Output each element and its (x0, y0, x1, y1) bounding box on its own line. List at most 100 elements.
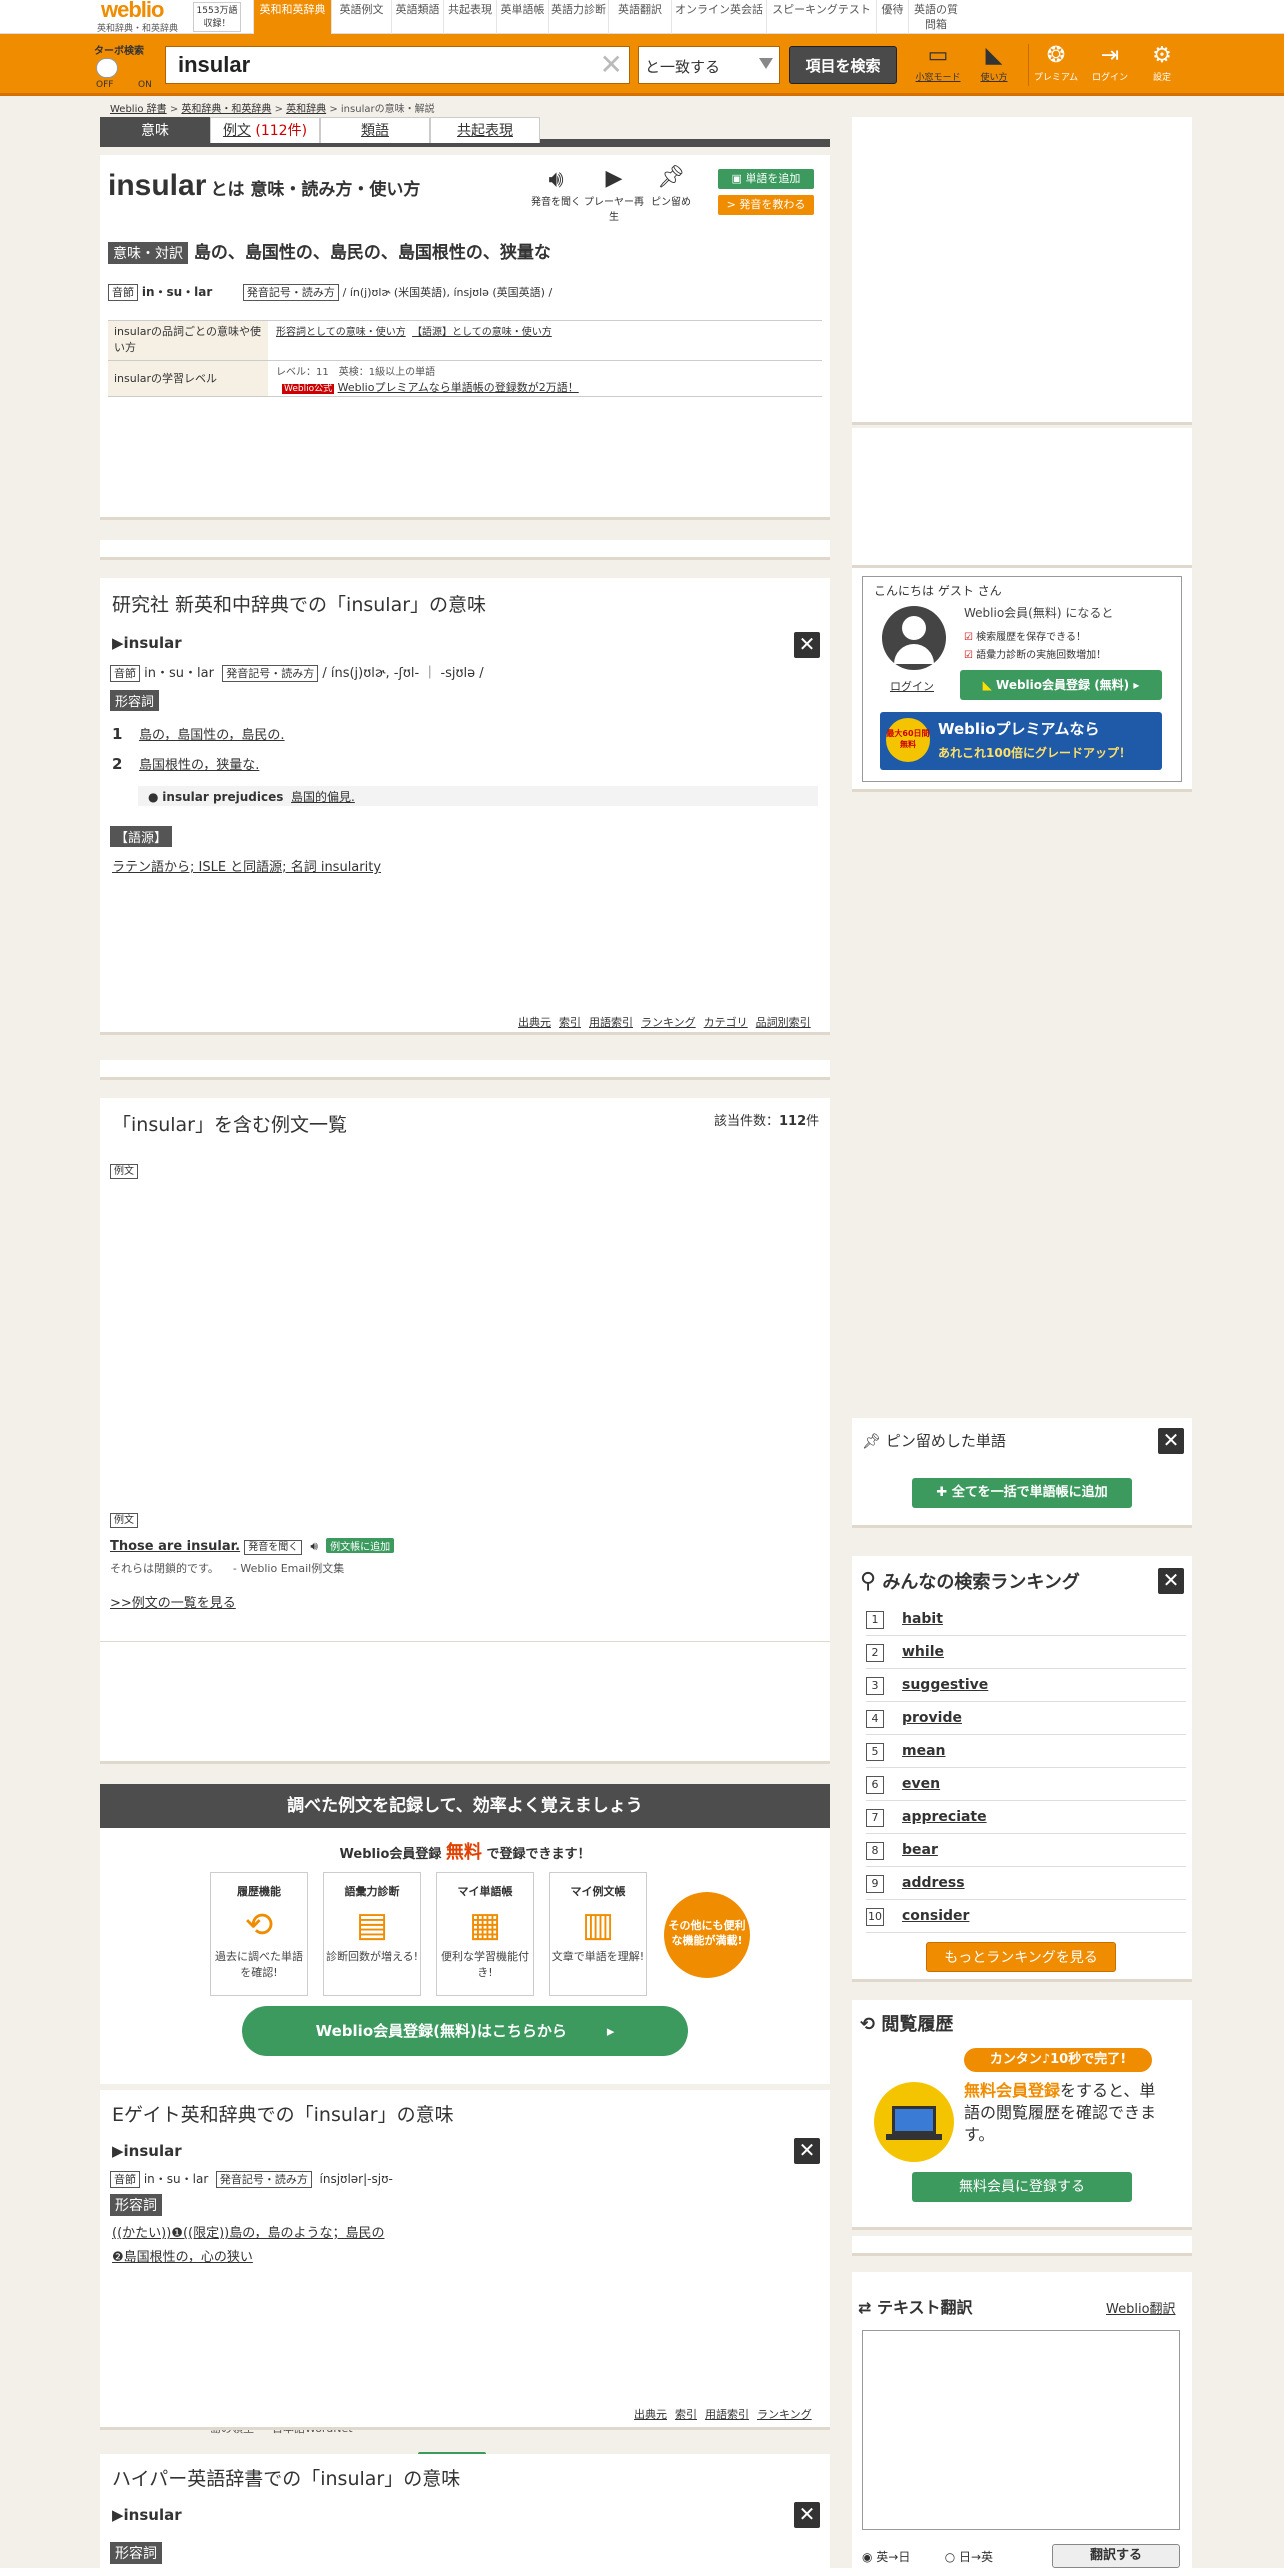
rank-number: 3 (866, 1677, 884, 1695)
turbo-search-toggle[interactable]: ターボ検索 OFF ON (94, 42, 162, 90)
sense-text[interactable]: 島国根性の，狭量な. (139, 758, 259, 773)
footer-link[interactable]: ランキング (641, 1016, 696, 1029)
rank-word[interactable]: appreciate (902, 1809, 987, 1825)
footer-link[interactable]: カテゴリ (704, 1016, 748, 1029)
footer-link[interactable]: 出典元 (518, 1016, 551, 1029)
register-cta-button[interactable]: Weblio会員登録(無料)はこちらから ▸ (242, 2006, 688, 2056)
pin-button[interactable]: 📌︎ ピン留め (648, 163, 694, 208)
pos-adjective-link[interactable]: 形容詞としての意味・使い方 (276, 327, 406, 338)
weblio-translate-link[interactable]: Weblio翻訳 (1106, 2298, 1176, 2317)
premium-wordbook-link[interactable]: Weblioプレミアムなら単語帳の登録数が2万語！ (338, 381, 579, 394)
ranking-row[interactable]: 5 mean (866, 1735, 1186, 1768)
tab-examples[interactable]: 例文 (112件) (210, 117, 320, 143)
usage-button[interactable]: ◣ 使い方 (968, 42, 1020, 90)
sense-text[interactable]: 島の，島国性の，島民の. (139, 728, 285, 743)
ranking-row[interactable]: 7 appreciate (866, 1801, 1186, 1834)
radio-ja-en[interactable]: ○ 日→英 (945, 2550, 993, 2564)
close-icon[interactable]: ✕ (794, 2138, 820, 2164)
document-icon: ▥ (581, 1905, 615, 1945)
add-all-pinned-button[interactable]: ✚ 全てを一括で単語帳に追加 (912, 1478, 1132, 1508)
nav-tab[interactable]: 共起表現 (443, 0, 496, 34)
teach-pronunciation-button[interactable]: > 発音を教わる (718, 195, 814, 215)
ranking-row[interactable]: 4 provide (866, 1702, 1186, 1735)
speaker-icon[interactable]: 🔊︎ (310, 1539, 318, 1554)
example-ja[interactable]: 島国的偏見. (291, 790, 355, 804)
more-examples-link[interactable]: >>例文の一覧を見る (110, 1592, 236, 1611)
free-register-button[interactable]: 無料会員に登録する (912, 2172, 1132, 2202)
ranking-row[interactable]: 1 habit (866, 1603, 1186, 1636)
footer-link[interactable]: 索引 (675, 2408, 697, 2421)
breadcrumb-ej[interactable]: 英和辞典 (286, 104, 326, 115)
rank-word[interactable]: address (902, 1875, 965, 1891)
translate-button[interactable]: 翻訳する (1052, 2544, 1180, 2568)
settings-button[interactable]: ⚙ 設定 (1136, 42, 1188, 90)
close-icon[interactable]: ✕ (794, 2502, 820, 2528)
tab-synonyms[interactable]: 類語 (320, 117, 430, 143)
listen-button[interactable]: 🔊︎ 発音を聞く (528, 165, 584, 208)
close-icon[interactable]: ✕ (794, 632, 820, 658)
footer-link[interactable]: 出典元 (634, 2408, 667, 2421)
add-word-button[interactable]: ▣ 単語を追加 (718, 169, 814, 189)
ranking-row[interactable]: 6 even (866, 1768, 1186, 1801)
toggle-switch[interactable] (96, 58, 118, 78)
rank-word[interactable]: mean (902, 1743, 946, 1759)
search-input[interactable]: insular ✕ (165, 46, 630, 84)
pos-etymology-link[interactable]: 【語源】としての意味・使い方 (412, 327, 552, 338)
egate-sense-2[interactable]: ❷島国根性の，心の狭い (112, 2246, 253, 2265)
breadcrumb-ejje[interactable]: 英和辞典・和英辞典 (181, 104, 271, 115)
rank-word[interactable]: while (902, 1644, 944, 1660)
ranking-row[interactable]: 9 address (866, 1867, 1186, 1900)
ranking-row[interactable]: 3 suggestive (866, 1669, 1186, 1702)
nav-tab[interactable]: 英語翻訳 (608, 0, 671, 34)
premium-button[interactable]: ❂ プレミアム (1030, 42, 1082, 90)
nav-tab[interactable]: オンライン英会話 (671, 0, 766, 34)
nav-tab[interactable]: 英和和英辞典 (253, 0, 331, 34)
add-example-button[interactable]: 例文帳に追加 (326, 1538, 395, 1553)
nav-tab[interactable]: 英語類語 (391, 0, 443, 34)
rank-word[interactable]: suggestive (902, 1677, 988, 1693)
radio-en-ja[interactable]: ◉ 英→日 (862, 2550, 910, 2564)
clear-icon[interactable]: ✕ (600, 51, 623, 79)
footer-link[interactable]: 索引 (559, 1016, 581, 1029)
guest-login-link[interactable]: ログイン (890, 678, 934, 694)
match-mode-select[interactable]: と一致する (638, 46, 780, 84)
nav-tab[interactable]: 英単語帳 (496, 0, 548, 34)
footer-link[interactable]: ランキング (757, 2408, 812, 2421)
egate-sense-1[interactable]: ((かたい))❶((限定))島の，島のような；島民の (112, 2222, 384, 2241)
more-ranking-button[interactable]: もっとランキングを見る (926, 1942, 1116, 1972)
ranking-row[interactable]: 2 while (866, 1636, 1186, 1669)
rank-word[interactable]: consider (902, 1908, 969, 1924)
nav-tab[interactable]: 英語の質問箱 (908, 0, 963, 34)
ranking-row[interactable]: 10 consider (866, 1900, 1186, 1933)
rank-word[interactable]: bear (902, 1842, 938, 1858)
weblio-logo[interactable]: weblio 英和辞典・和英辞典 (95, 0, 191, 34)
login-button[interactable]: ⇥ ログイン (1084, 42, 1136, 90)
table-key-level: insularの学習レベル (108, 361, 268, 396)
example-en[interactable]: Those are insular. (110, 1539, 240, 1554)
nav-tab[interactable]: 英語力診断 (548, 0, 608, 34)
footer-link[interactable]: 品詞別索引 (756, 1016, 811, 1029)
rank-word[interactable]: even (902, 1776, 940, 1792)
breadcrumb-weblio[interactable]: Weblio 辞書 (110, 104, 167, 115)
close-icon[interactable]: ✕ (1158, 1568, 1184, 1594)
rank-word[interactable]: provide (902, 1710, 962, 1726)
ranking-row[interactable]: 8 bear (866, 1834, 1186, 1867)
nav-tab[interactable]: スピーキングテスト (766, 0, 876, 34)
player-button[interactable]: ▶ プレーヤー再生 (584, 165, 644, 223)
footer-link[interactable]: 用語索引 (705, 2408, 749, 2421)
translate-textarea[interactable] (862, 2330, 1180, 2530)
etymology-text[interactable]: ラテン語から; ISLE と同語源; 名詞 insularity (112, 856, 381, 875)
nav-tab[interactable]: 英語例文 (331, 0, 391, 34)
premium-banner[interactable]: 最大60日間無料 Weblioプレミアムなら あれこれ100倍にグレードアップ！ (880, 712, 1162, 770)
level-text: レベル：11 英検：1級以上の単語 (276, 367, 436, 378)
guest-register-button[interactable]: ◣ Weblio会員登録 (無料) ▸ (960, 670, 1162, 700)
tab-collocations[interactable]: 共起表現 (430, 117, 540, 143)
tab-meaning[interactable]: 意味 (100, 117, 210, 143)
nav-tab[interactable]: 優待 (876, 0, 908, 34)
rank-word[interactable]: habit (902, 1611, 943, 1627)
footer-link[interactable]: 用語索引 (589, 1016, 633, 1029)
listen-tag[interactable]: 発音を聞く (244, 1540, 303, 1555)
window-mode-button[interactable]: ▭ 小窓モード (912, 42, 964, 90)
search-button[interactable]: 項目を検索 (789, 46, 897, 84)
close-icon[interactable]: ✕ (1158, 1428, 1184, 1454)
